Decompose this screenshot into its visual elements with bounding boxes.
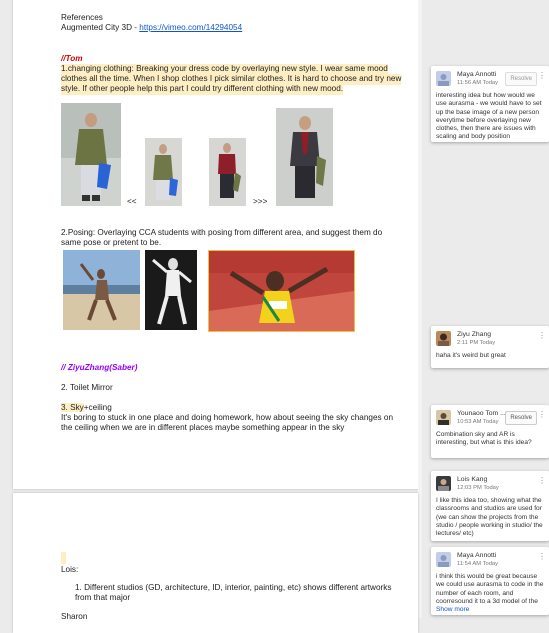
avatar [436,476,451,491]
item-sky: 3. Sky+ceiling [61,403,112,414]
references-title: References [61,13,103,22]
comment-time: 10:53 AM Today [457,419,499,425]
comment-text: i think this would be great because we c… [436,573,544,614]
comment-time: 11:56 AM Today [457,80,499,86]
author-tom: //Tom [61,54,83,63]
cursor-highlight [61,552,66,564]
photo-bolt-pose [208,250,355,332]
lois-item-line-1: 1. Different studios (GD, architecture, … [75,583,392,592]
photo-dancer-pose [145,250,197,330]
comment-card[interactable]: Lois Kang 12:03 PM Today ⋮ I like this i… [431,471,549,541]
more-options-icon[interactable]: ⋮ [538,332,546,340]
photo-man-green-parka [61,103,121,206]
resolve-button[interactable]: Resolve [505,72,537,87]
comment-text: haha it's weird but great [436,352,506,359]
avatar [436,410,451,425]
photo-man-red-sweater [209,138,246,206]
comment-card[interactable]: Maya Annotti 11:54 AM Today ⋮ i think th… [431,547,549,615]
more-options-icon[interactable]: ⋮ [538,72,546,80]
sky-line-2: the ceiling when we are in different pla… [61,423,345,432]
item-sky-rest: +ceiling [83,403,112,412]
section1-line-3: style. If other people help this part I … [61,84,344,95]
references-line-prefix: Augmented City 3D - [61,23,140,32]
sharon-label: Sharon [61,612,88,621]
references-line: Augmented City 3D - https://vimeo.com/14… [61,23,242,34]
item-toilet-mirror: 2. Toilet Mirror [61,383,113,392]
comment-card[interactable]: Maya Annotti 11:56 AM Today Resolve ⋮ in… [431,66,549,142]
show-more-link[interactable]: Show more [436,606,469,613]
photo-beach-pose [63,250,140,330]
avatar [436,71,451,86]
comment-time: 11:54 AM Today [457,561,499,567]
comment-time: 12:03 PM Today [457,485,499,491]
sky-line-1: It's boring to stuck in one place and do… [61,413,394,422]
page-gutter [418,0,422,618]
more-options-icon[interactable]: ⋮ [538,477,546,485]
photo-man-blazer [276,108,333,206]
more-options-icon[interactable]: ⋮ [538,411,546,419]
lois-item-line-2: from that major [75,593,131,602]
vimeo-link[interactable]: https://vimeo.com/14294054 [139,23,242,32]
avatar [436,331,451,346]
section2-line-2: same pose or pretent to be. [61,238,162,247]
author-ziyu: // ZiyuZhang(Saber) [61,363,138,372]
comment-text-content: i think this would be great because we c… [436,573,544,605]
item-sky-highlight: 3. Sky [61,403,84,412]
arrow-left: << [127,197,137,206]
section1-line-1: 1.changing clothing: Breaking your dress… [61,64,388,75]
comment-card[interactable]: Ziyu Zhang 2:11 PM Today ⋮ haha it's wei… [431,326,549,368]
section1-line-2: clothes all the time. When I shop clothe… [61,74,402,85]
comment-text: I like this idea too, showing what the c… [436,497,543,538]
section2-line-1: 2.Posing: Overlaying CCA students with p… [61,228,383,237]
more-options-icon[interactable]: ⋮ [538,553,546,561]
photo-man-parka-small [145,138,182,206]
arrow-right: >>> [253,197,268,206]
comment-text: interesting idea but how would we use au… [436,92,542,141]
comment-time: 2:11 PM Today [457,340,496,346]
comment-card[interactable]: Younaoo Tom ... 10:53 AM Today Resolve ⋮… [431,405,549,458]
comment-text: Combination sky and AR is interesting, b… [436,431,532,447]
avatar [436,552,451,567]
lois-label: Lois: [61,565,79,574]
resolve-button[interactable]: Resolve [505,411,537,426]
